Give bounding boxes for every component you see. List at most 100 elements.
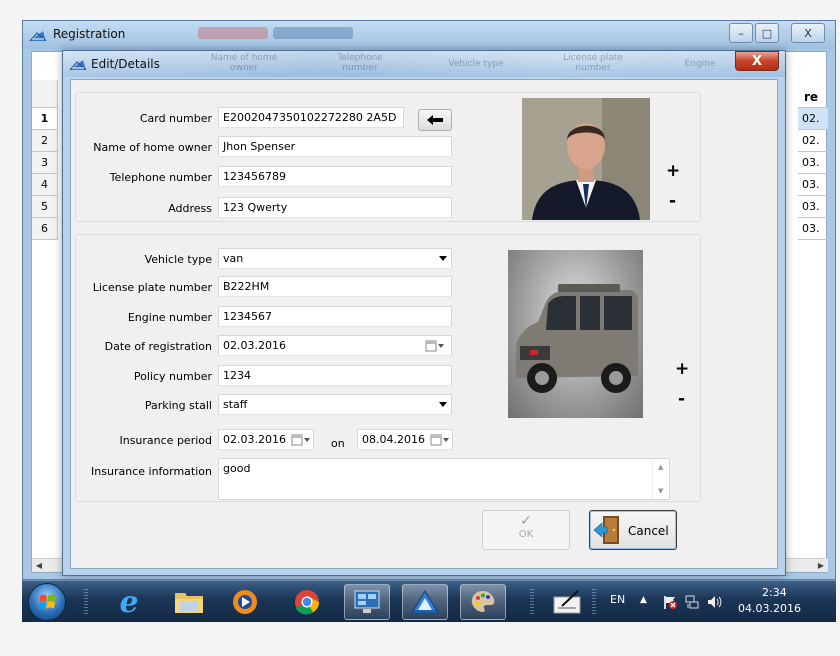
ie-icon: e bbox=[119, 584, 139, 620]
grid-cell[interactable]: 03. bbox=[798, 174, 828, 196]
language-indicator[interactable]: EN bbox=[610, 593, 625, 606]
cancel-button[interactable]: Cancel bbox=[589, 510, 677, 550]
window-close-button[interactable]: X bbox=[791, 23, 825, 43]
column-header[interactable]: re bbox=[798, 80, 828, 108]
owner-group: Card number E2002047350102272280 2A5D Na… bbox=[75, 92, 701, 222]
insurance-end-picker[interactable]: 08.04.2016 bbox=[357, 429, 453, 450]
add-photo-button[interactable]: + bbox=[675, 359, 689, 379]
ghost-column-header: License plate number bbox=[563, 53, 623, 73]
vehicle-type-label: Vehicle type bbox=[144, 253, 212, 266]
textarea-scrollbar[interactable]: ▲ ▼ bbox=[652, 459, 669, 499]
maximize-button[interactable]: □ bbox=[755, 23, 779, 43]
person-photo-icon bbox=[522, 98, 650, 220]
insurance-period-label: Insurance period bbox=[119, 434, 212, 447]
owner-name-field[interactable]: Jhon Spenser bbox=[218, 136, 452, 157]
file-explorer-button[interactable] bbox=[166, 584, 212, 620]
windows-logo-icon bbox=[39, 594, 56, 609]
scroll-up-icon[interactable]: ▲ bbox=[658, 463, 663, 471]
chevron-down-icon[interactable] bbox=[439, 402, 447, 407]
titlebar-glow bbox=[273, 27, 353, 39]
parking-stall-select[interactable]: staff bbox=[218, 394, 452, 415]
cancel-label: Cancel bbox=[628, 524, 669, 538]
address-field[interactable]: 123 Qwerty bbox=[218, 197, 452, 218]
parking-stall-value: staff bbox=[223, 398, 248, 411]
app-logo-icon bbox=[29, 31, 47, 42]
clock-date[interactable]: 04.03.2016 bbox=[738, 602, 801, 615]
grid-cell[interactable]: 03. bbox=[798, 152, 828, 174]
media-player-button[interactable] bbox=[222, 584, 268, 620]
row-header[interactable]: 2 bbox=[32, 130, 58, 152]
edit-details-dialog: Edit/Details Name of home owner Telephon… bbox=[62, 50, 786, 576]
registration-date-picker[interactable]: 02.03.2016 bbox=[218, 335, 452, 356]
app-logo-icon bbox=[69, 60, 87, 71]
policy-number-label: Policy number bbox=[133, 370, 212, 383]
network-icon[interactable] bbox=[684, 594, 700, 610]
registration-app-button[interactable] bbox=[402, 584, 448, 620]
row-header[interactable]: 4 bbox=[32, 174, 58, 196]
scroll-right-icon[interactable]: ▶ bbox=[814, 559, 828, 573]
row-header[interactable]: 6 bbox=[32, 218, 58, 240]
action-center-flag-icon[interactable] bbox=[662, 594, 678, 610]
ok-label: OK bbox=[518, 529, 534, 540]
card-number-field[interactable]: E2002047350102272280 2A5D bbox=[218, 107, 404, 128]
row-header[interactable]: 5 bbox=[32, 196, 58, 218]
remove-photo-button[interactable]: - bbox=[678, 389, 685, 409]
card-number-label: Card number bbox=[139, 112, 212, 125]
read-card-button[interactable] bbox=[418, 109, 452, 131]
arrow-left-icon bbox=[427, 115, 443, 125]
input-panel-button[interactable] bbox=[544, 584, 590, 620]
start-button[interactable] bbox=[28, 583, 66, 621]
minimize-button[interactable]: – bbox=[729, 23, 753, 43]
grid-cell[interactable]: 03. bbox=[798, 218, 828, 240]
scroll-left-icon[interactable]: ◀ bbox=[32, 559, 46, 573]
dialog-close-button[interactable]: X bbox=[735, 51, 779, 71]
vehicle-type-value: van bbox=[223, 252, 244, 265]
telephone-label: Telephone number bbox=[109, 171, 212, 184]
calendar-icon[interactable] bbox=[430, 433, 450, 447]
grid-cell[interactable]: 02. bbox=[798, 108, 828, 130]
chrome-icon bbox=[295, 590, 319, 615]
vehicle-photo[interactable] bbox=[508, 250, 643, 418]
insurance-info-textarea[interactable]: good ▲ ▼ bbox=[218, 458, 670, 500]
pen-input-icon bbox=[553, 590, 581, 614]
registration-date-value: 02.03.2016 bbox=[223, 339, 286, 352]
van-photo-icon bbox=[516, 284, 638, 393]
ghost-column-header: Telephone number bbox=[337, 53, 383, 73]
owner-photo[interactable] bbox=[522, 98, 650, 220]
insurance-start-picker[interactable]: 02.03.2016 bbox=[218, 429, 314, 450]
grid-corner bbox=[32, 80, 58, 108]
folder-icon bbox=[175, 593, 203, 613]
vehicle-type-select[interactable]: van bbox=[218, 248, 452, 269]
registration-titlebar[interactable]: Registration – □ X bbox=[23, 21, 835, 49]
dialog-titlebar[interactable]: Edit/Details Name of home owner Telephon… bbox=[63, 51, 785, 77]
engine-number-label: Engine number bbox=[127, 311, 212, 324]
calendar-icon[interactable] bbox=[425, 339, 445, 353]
grid-cell[interactable]: 03. bbox=[798, 196, 828, 218]
ok-button[interactable]: ✓ OK bbox=[482, 510, 570, 550]
volume-icon[interactable] bbox=[706, 594, 722, 610]
chevron-down-icon[interactable] bbox=[439, 256, 447, 261]
paint-button[interactable] bbox=[460, 584, 506, 620]
palette-icon bbox=[471, 591, 495, 612]
license-plate-field[interactable]: B222HM bbox=[218, 276, 452, 297]
media-player-icon bbox=[233, 590, 257, 614]
registration-date-label: Date of registration bbox=[104, 340, 212, 353]
row-header[interactable]: 3 bbox=[32, 152, 58, 174]
grid-cell[interactable]: 02. bbox=[798, 130, 828, 152]
address-label: Address bbox=[168, 202, 212, 215]
row-header[interactable]: 1 bbox=[32, 108, 58, 130]
parking-stall-label: Parking stall bbox=[144, 399, 212, 412]
tray-expand-icon[interactable]: ▲ bbox=[640, 595, 647, 605]
remote-desktop-button[interactable] bbox=[344, 584, 390, 620]
clock-time[interactable]: 2:34 bbox=[762, 586, 787, 599]
calendar-icon[interactable] bbox=[291, 433, 311, 447]
telephone-field[interactable]: 123456789 bbox=[218, 166, 452, 187]
scroll-down-icon[interactable]: ▼ bbox=[658, 487, 663, 495]
internet-explorer-button[interactable]: e bbox=[106, 584, 152, 620]
engine-number-field[interactable]: 1234567 bbox=[218, 306, 452, 327]
add-photo-button[interactable]: + bbox=[666, 161, 680, 181]
policy-number-field[interactable]: 1234 bbox=[218, 365, 452, 386]
chrome-button[interactable] bbox=[284, 584, 330, 620]
vehicle-group: Vehicle type van License plate number B2… bbox=[75, 234, 701, 502]
remove-photo-button[interactable]: - bbox=[669, 191, 676, 211]
